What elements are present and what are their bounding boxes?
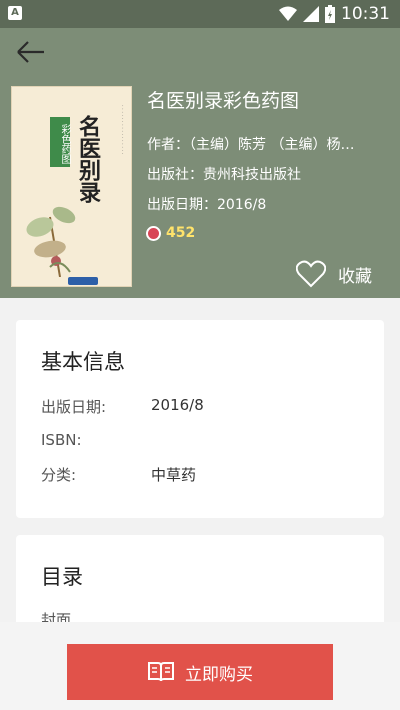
basic-info-heading: 基本信息 — [41, 350, 125, 374]
buy-now-label: 立即购买 — [185, 664, 253, 685]
read-count-value: 452 — [166, 225, 196, 241]
book-publish-date: 出版日期：2016/8 — [147, 197, 267, 213]
battery-icon — [325, 5, 335, 23]
cover-tag: 彩色药图 — [50, 117, 70, 167]
cover-subtitle-decoration: · · · · · · · · · · · · · · · · — [119, 105, 125, 155]
info-label: 分类: — [41, 466, 77, 484]
favorite-label: 收藏 — [338, 266, 372, 287]
plant-illustration — [26, 206, 76, 277]
info-value: 2016/8 — [151, 396, 204, 414]
buy-now-button[interactable]: 立即购买 — [67, 644, 333, 700]
info-row-isbn: ISBN: — [41, 431, 82, 449]
basic-info-card: 基本信息 出版日期: 2016/8 ISBN: 分类: 中草药 — [16, 320, 384, 518]
heart-icon — [296, 260, 326, 288]
toc-heading: 目录 — [41, 565, 83, 589]
book-author: 作者：（主编）陈芳 （主编）杨… — [147, 137, 355, 153]
read-count: 452 — [146, 225, 195, 241]
book-cover[interactable]: · · · · · · · · · · · · · · · · 彩色药图 名医别… — [11, 86, 132, 287]
read-count-icon — [146, 225, 161, 241]
bottom-bar: 立即购买 — [0, 622, 400, 710]
info-label: ISBN: — [41, 431, 82, 449]
info-label: 出版日期: — [41, 398, 107, 416]
app-notification-icon: A — [8, 6, 22, 20]
info-row-category: 分类: 中草药 — [41, 464, 196, 485]
wifi-icon — [279, 6, 297, 21]
back-arrow-icon[interactable] — [12, 36, 48, 68]
signal-icon — [303, 6, 319, 22]
info-value: 中草药 — [151, 466, 197, 484]
book-publisher: 出版社：贵州科技出版社 — [147, 167, 301, 183]
publisher-logo — [68, 277, 98, 285]
clock: 10:31 — [341, 4, 390, 24]
info-row-publish-date: 出版日期: 2016/8 — [41, 396, 204, 417]
book-header: · · · · · · · · · · · · · · · · 彩色药图 名医别… — [0, 28, 400, 298]
favorite-button[interactable]: 收藏 — [296, 260, 372, 288]
book-title: 名医别录彩色药图 — [147, 90, 300, 112]
status-bar: A 10:31 — [0, 0, 400, 28]
book-icon — [148, 662, 174, 682]
